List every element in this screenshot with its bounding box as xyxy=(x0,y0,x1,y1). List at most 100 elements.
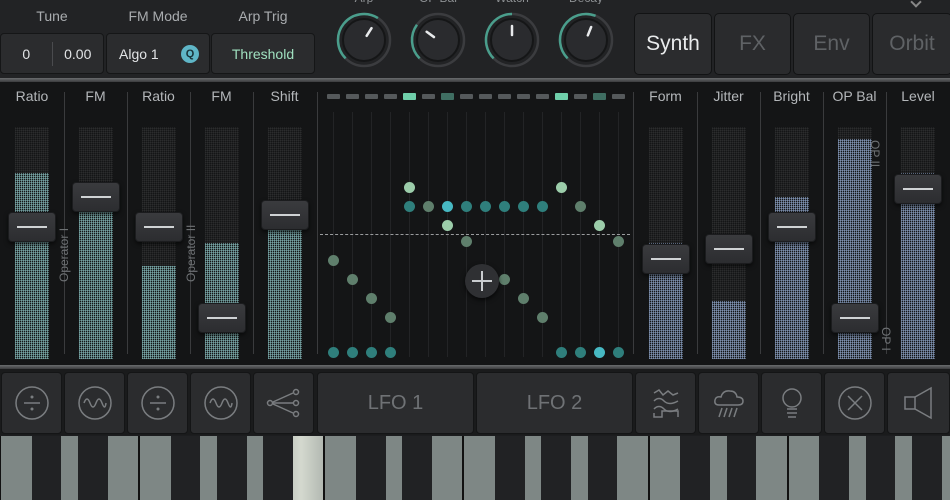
sequencer-dot[interactable] xyxy=(385,347,396,358)
black-key[interactable] xyxy=(541,436,571,500)
sequencer-dot[interactable] xyxy=(347,347,358,358)
sequencer-dot[interactable] xyxy=(518,292,529,304)
tune-coarse-value[interactable]: 0 xyxy=(1,46,52,62)
black-key[interactable] xyxy=(912,436,942,500)
sequencer-step-toggle[interactable] xyxy=(612,94,625,99)
sequencer-dot[interactable] xyxy=(499,200,510,212)
sequencer-dot[interactable] xyxy=(328,347,339,358)
slider-handle-fm[interactable] xyxy=(71,181,120,212)
black-key[interactable] xyxy=(680,436,710,500)
sequencer-dot[interactable] xyxy=(518,200,529,212)
sequencer-dot[interactable] xyxy=(442,219,453,231)
sequencer-dot[interactable] xyxy=(404,181,415,193)
black-key[interactable] xyxy=(355,436,386,500)
sequencer-step-toggle[interactable] xyxy=(365,94,378,99)
sequencer-dot[interactable] xyxy=(442,200,453,212)
knob-dial[interactable] xyxy=(558,12,614,68)
sequencer-dot[interactable] xyxy=(461,200,472,212)
op1-waveform-button[interactable] xyxy=(64,372,125,434)
tune-fine-value[interactable]: 0.00 xyxy=(53,46,104,62)
black-key[interactable] xyxy=(494,436,525,500)
slider-handle-jitter[interactable] xyxy=(704,234,753,265)
sequencer-dot[interactable] xyxy=(575,200,586,212)
waves-button[interactable] xyxy=(635,372,696,434)
knob-3[interactable]: Decay xyxy=(558,0,614,68)
tab-fx[interactable]: FX xyxy=(714,13,791,75)
piano-keyboard[interactable] xyxy=(0,436,950,500)
slider-handle-ratio[interactable] xyxy=(8,211,56,242)
knob-dial[interactable] xyxy=(410,12,466,68)
black-key[interactable] xyxy=(216,436,247,500)
lfo-1-button[interactable]: LFO 1 xyxy=(317,372,474,434)
op2-ratio-divide-button[interactable] xyxy=(127,372,188,434)
bright-button[interactable] xyxy=(761,372,822,434)
tune-field[interactable]: 0 0.00 xyxy=(0,33,104,74)
sequencer-dot[interactable] xyxy=(575,347,586,358)
sequencer-dot[interactable] xyxy=(499,273,510,285)
black-key[interactable] xyxy=(402,436,432,500)
sequencer-dot[interactable] xyxy=(423,200,434,212)
black-key[interactable] xyxy=(31,436,62,500)
sequencer-dot[interactable] xyxy=(594,219,605,231)
sequencer-step-toggle[interactable] xyxy=(403,93,416,100)
sequencer-step-toggle[interactable] xyxy=(536,94,549,99)
slider-handle-ratio[interactable] xyxy=(134,211,183,242)
output-button[interactable] xyxy=(887,372,950,434)
black-key[interactable] xyxy=(726,436,757,500)
sequencer-dot[interactable] xyxy=(613,347,624,358)
slider-handle-shift[interactable] xyxy=(260,199,309,230)
sequencer-dot[interactable] xyxy=(556,347,567,358)
black-key[interactable] xyxy=(170,436,201,500)
slider-handle-level[interactable] xyxy=(894,173,942,204)
slider-handle-fm[interactable] xyxy=(197,302,246,333)
tab-orbit[interactable]: Orbit xyxy=(872,13,950,75)
fm-mode-select[interactable]: Algo 1 Q xyxy=(106,33,210,74)
knob-0[interactable]: Arp xyxy=(336,0,392,68)
add-step-button[interactable] xyxy=(465,264,499,298)
sequencer-step-toggle[interactable] xyxy=(422,94,435,99)
sequencer-dot[interactable] xyxy=(613,235,624,247)
knob-dial[interactable] xyxy=(484,12,540,68)
sequencer-step-toggle[interactable] xyxy=(384,94,397,99)
tab-synth[interactable]: Synth xyxy=(634,13,712,75)
black-key[interactable] xyxy=(819,436,849,500)
sequencer-dot[interactable] xyxy=(366,292,377,304)
sequencer-step-toggle[interactable] xyxy=(346,94,359,99)
lfo-2-button[interactable]: LFO 2 xyxy=(476,372,633,434)
arp-trig-select[interactable]: Threshold xyxy=(211,33,315,74)
slider-handle-op-bal[interactable] xyxy=(830,302,879,333)
routing-button[interactable] xyxy=(253,372,314,434)
arp-sequencer[interactable] xyxy=(318,82,632,365)
black-key[interactable] xyxy=(263,436,293,500)
sequencer-dot[interactable] xyxy=(461,235,472,247)
sequencer-step-toggle[interactable] xyxy=(517,94,530,99)
sequencer-dot[interactable] xyxy=(537,200,548,212)
sequencer-step-toggle[interactable] xyxy=(555,93,568,100)
sequencer-step-toggle[interactable] xyxy=(460,94,473,99)
sequencer-dot[interactable] xyxy=(594,347,605,358)
black-key[interactable] xyxy=(587,436,618,500)
slider-handle-form[interactable] xyxy=(641,244,690,275)
knob-dial[interactable] xyxy=(336,12,392,68)
knob-2[interactable]: Watch xyxy=(484,0,540,68)
sequencer-step-toggle[interactable] xyxy=(479,94,492,99)
sequencer-dot[interactable] xyxy=(556,181,567,193)
op1-ratio-divide-button[interactable] xyxy=(1,372,62,434)
quantize-badge-icon[interactable]: Q xyxy=(181,45,199,63)
rain-button[interactable] xyxy=(698,372,759,434)
slider-handle-bright[interactable] xyxy=(767,211,816,242)
tab-env[interactable]: Env xyxy=(793,13,870,75)
black-key[interactable] xyxy=(77,436,108,500)
op2-waveform-button[interactable] xyxy=(190,372,251,434)
sequencer-dot[interactable] xyxy=(385,311,396,323)
sequencer-dot[interactable] xyxy=(480,200,491,212)
corner-arrow-icon[interactable] xyxy=(910,0,922,8)
clear-button[interactable] xyxy=(824,372,885,434)
sequencer-step-toggle[interactable] xyxy=(593,93,606,100)
sequencer-dot[interactable] xyxy=(328,254,339,266)
sequencer-dot[interactable] xyxy=(404,200,415,212)
knob-1[interactable]: OP Bal xyxy=(410,0,466,68)
black-key[interactable] xyxy=(865,436,896,500)
sequencer-step-toggle[interactable] xyxy=(441,93,454,100)
sequencer-step-toggle[interactable] xyxy=(574,94,587,99)
